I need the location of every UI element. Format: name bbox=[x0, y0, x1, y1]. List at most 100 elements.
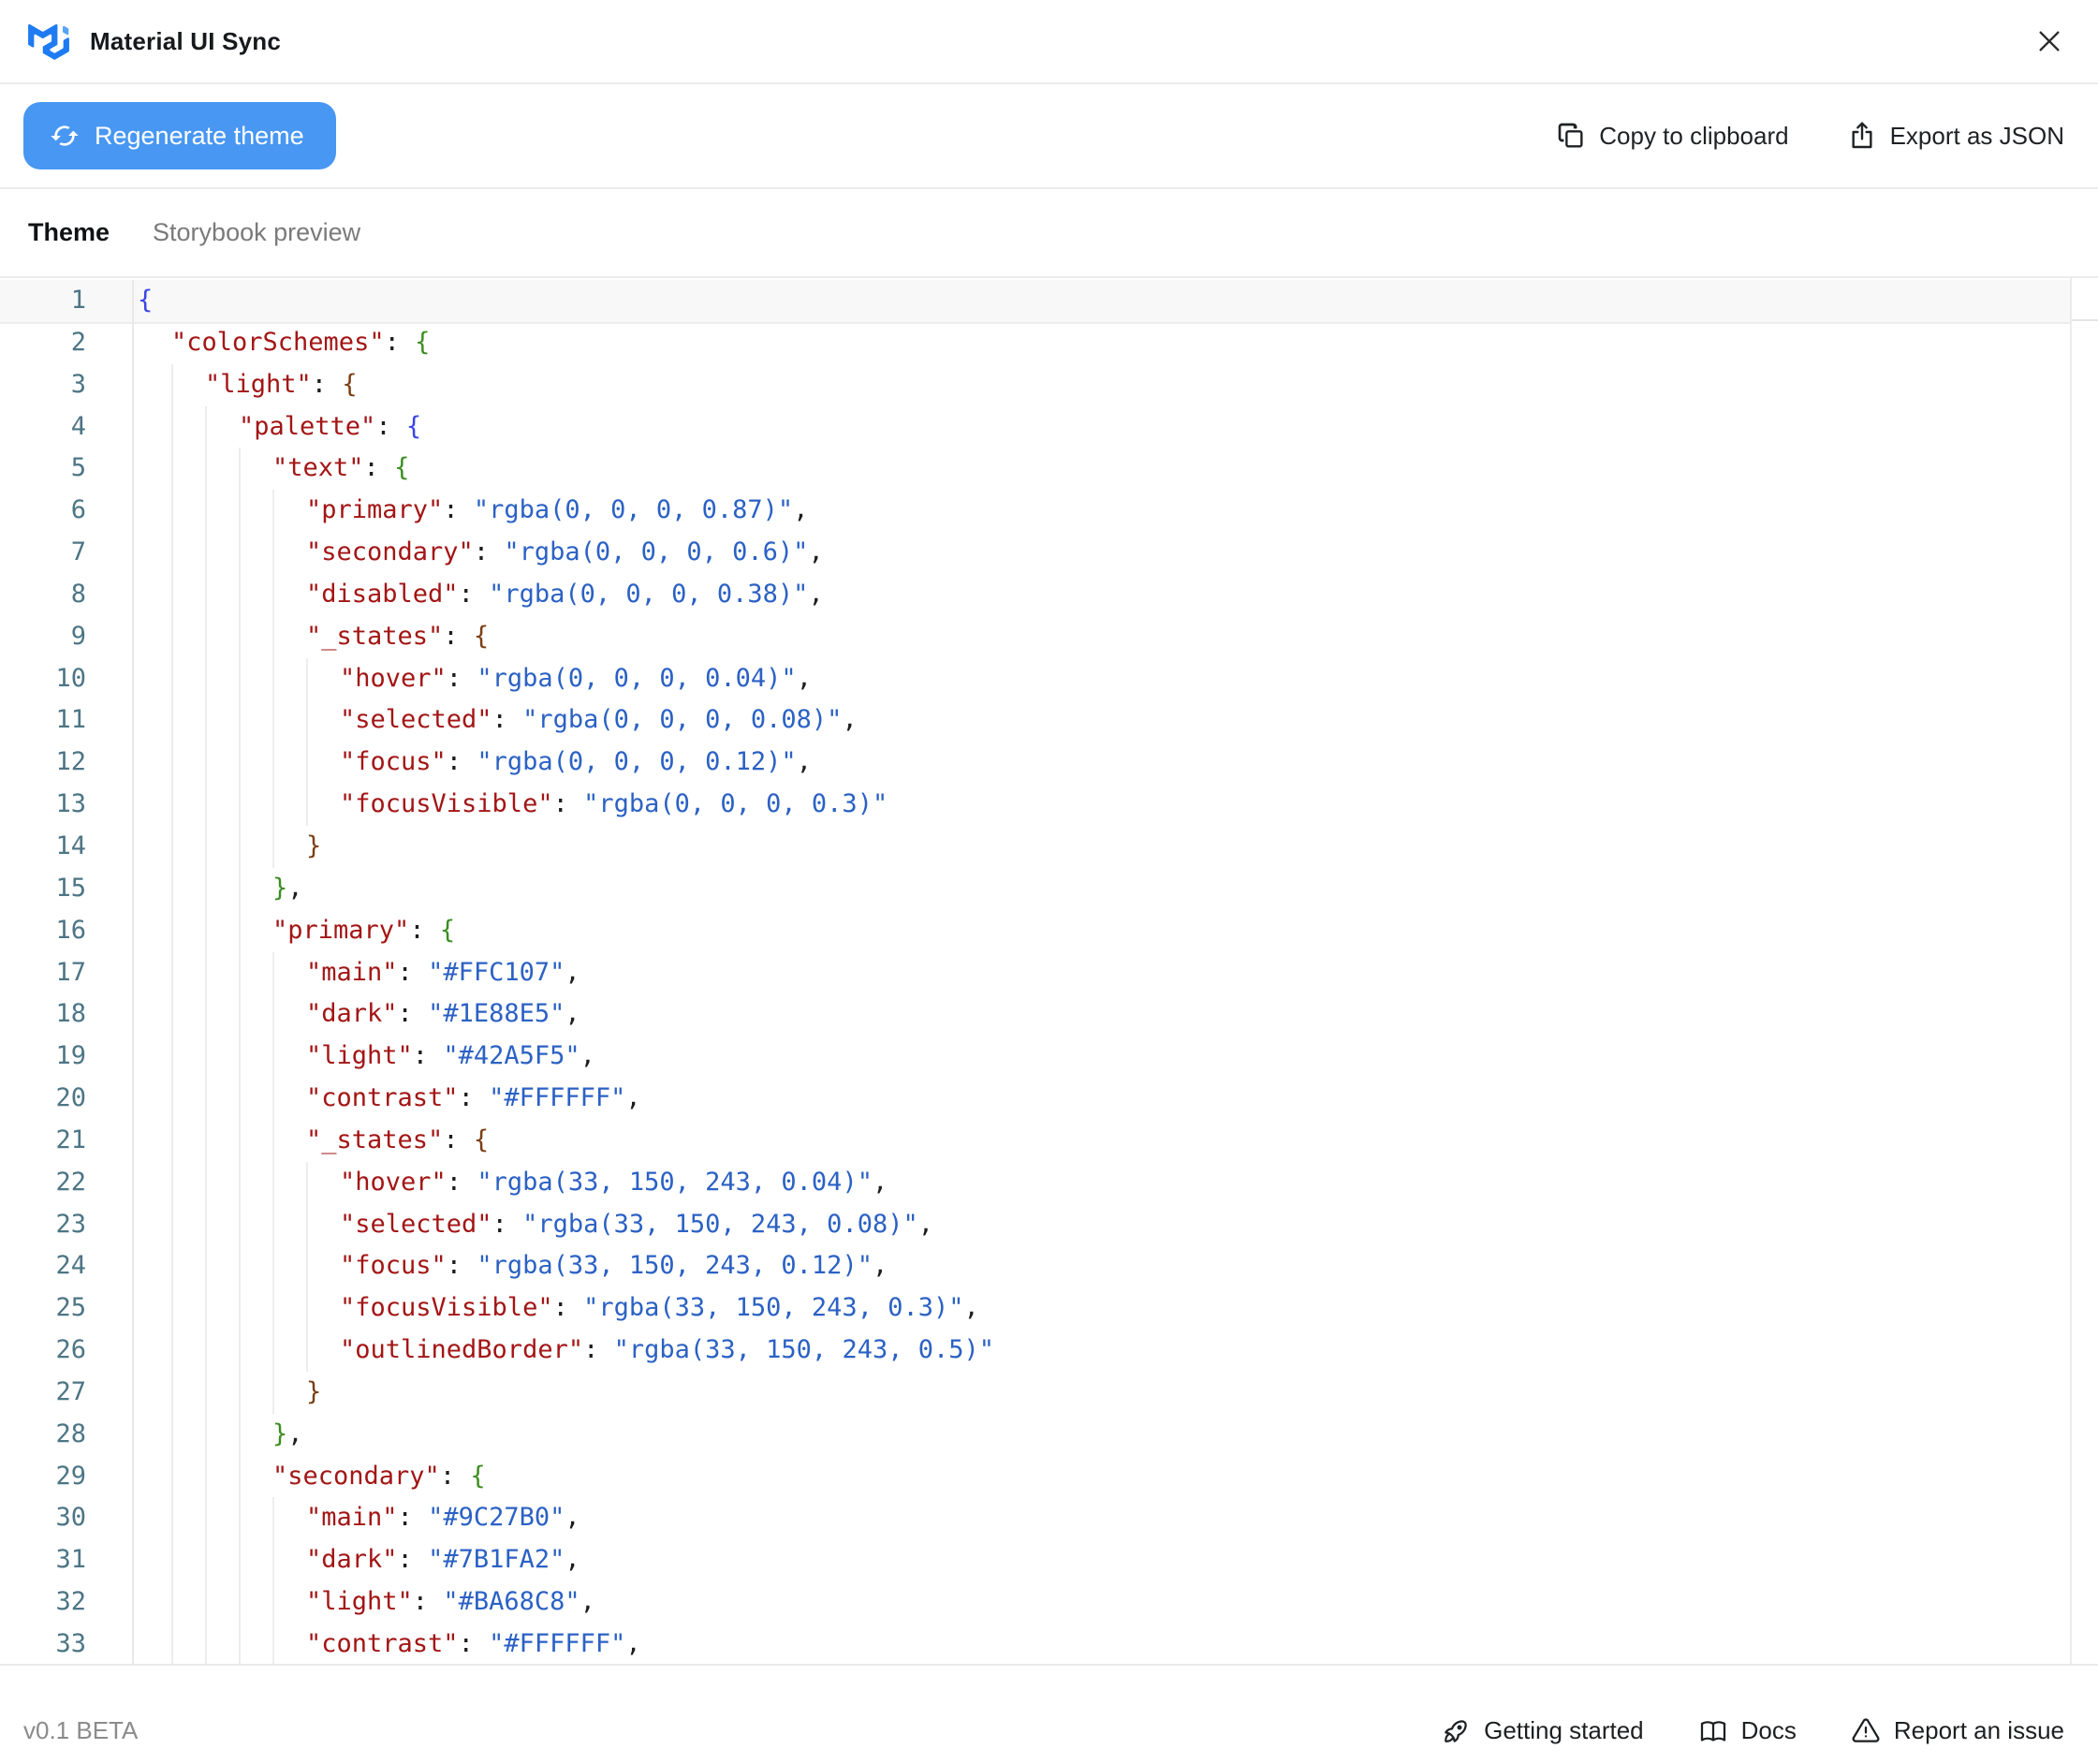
scrollbar-track[interactable] bbox=[2070, 278, 2072, 1664]
regenerate-theme-label: Regenerate theme bbox=[95, 122, 304, 151]
indent-guide bbox=[239, 448, 272, 490]
toolbar: Regenerate theme Copy to clipboard Expor… bbox=[0, 84, 2098, 189]
line-number: 33 bbox=[0, 1624, 134, 1664]
line-number: 28 bbox=[0, 1414, 134, 1456]
indent-guide bbox=[171, 699, 205, 742]
code-line-content: "primary": { bbox=[134, 910, 2072, 952]
code-line[interactable]: 5"text": { bbox=[0, 448, 2072, 490]
code-line[interactable]: 9"_states": { bbox=[0, 616, 2072, 658]
report-an-issue-link[interactable]: Report an issue bbox=[1851, 1716, 2064, 1746]
code-line[interactable]: 8"disabled": "rgba(0, 0, 0, 0.38)", bbox=[0, 574, 2072, 616]
indent-guide bbox=[138, 1120, 171, 1162]
code-line[interactable]: 18"dark": "#1E88E5", bbox=[0, 993, 2072, 1036]
code-line[interactable]: 32"light": "#BA68C8", bbox=[0, 1581, 2072, 1624]
code-line[interactable]: 29"secondary": { bbox=[0, 1456, 2072, 1498]
indent-guide bbox=[205, 490, 239, 532]
indent-guide bbox=[205, 1414, 239, 1456]
code-line-content: "focus": "rgba(0, 0, 0, 0.12)", bbox=[134, 742, 2072, 784]
code-line[interactable]: 4"palette": { bbox=[0, 406, 2072, 448]
page-title: Material UI Sync bbox=[90, 27, 281, 56]
code-line[interactable]: 10"hover": "rgba(0, 0, 0, 0.04)", bbox=[0, 658, 2072, 700]
code-line-content: "contrast": "#FFFFFF", bbox=[134, 1078, 2072, 1120]
indent-guide bbox=[239, 490, 272, 532]
code-line[interactable]: 33"contrast": "#FFFFFF", bbox=[0, 1624, 2072, 1664]
code-line[interactable]: 24"focus": "rgba(33, 150, 243, 0.12)", bbox=[0, 1245, 2072, 1287]
indent-guide bbox=[171, 1456, 205, 1498]
code-line[interactable]: 31"dark": "#7B1FA2", bbox=[0, 1539, 2072, 1581]
code-line[interactable]: 13"focusVisible": "rgba(0, 0, 0, 0.3)" bbox=[0, 784, 2072, 826]
code-line[interactable]: 7"secondary": "rgba(0, 0, 0, 0.6)", bbox=[0, 532, 2072, 574]
export-as-json-button[interactable]: Export as JSON bbox=[1847, 121, 2064, 151]
line-number: 10 bbox=[0, 658, 134, 700]
code-line-content: "light": { bbox=[134, 364, 2072, 406]
indent-guide bbox=[306, 1330, 340, 1372]
docs-link[interactable]: Docs bbox=[1698, 1716, 1797, 1746]
code-line[interactable]: 21"_states": { bbox=[0, 1120, 2072, 1162]
line-number: 18 bbox=[0, 993, 134, 1036]
code-line[interactable]: 3"light": { bbox=[0, 364, 2072, 406]
indent-guide bbox=[138, 532, 171, 574]
indent-guide bbox=[205, 1497, 239, 1539]
code-line[interactable]: 17"main": "#FFC107", bbox=[0, 952, 2072, 994]
indent-guide bbox=[205, 532, 239, 574]
indent-guide bbox=[205, 742, 239, 784]
tab-theme[interactable]: Theme bbox=[28, 218, 110, 247]
tab-storybook-preview[interactable]: Storybook preview bbox=[153, 218, 360, 247]
indent-guide bbox=[138, 868, 171, 910]
indent-guide bbox=[205, 1162, 239, 1204]
line-number: 8 bbox=[0, 574, 134, 616]
code-line[interactable]: 30"main": "#9C27B0", bbox=[0, 1497, 2072, 1539]
code-line[interactable]: 28}, bbox=[0, 1414, 2072, 1456]
indent-guide bbox=[171, 993, 205, 1036]
line-number: 16 bbox=[0, 910, 134, 952]
copy-to-clipboard-button[interactable]: Copy to clipboard bbox=[1556, 121, 1788, 151]
code-line-content: "secondary": { bbox=[134, 1456, 2072, 1498]
code-line[interactable]: 19"light": "#42A5F5", bbox=[0, 1036, 2072, 1078]
code-line-content: "selected": "rgba(33, 150, 243, 0.08)", bbox=[134, 1204, 2072, 1246]
code-line[interactable]: 26"outlinedBorder": "rgba(33, 150, 243, … bbox=[0, 1330, 2072, 1372]
indent-guide bbox=[138, 699, 171, 742]
code-line-content: "main": "#FFC107", bbox=[134, 952, 2072, 994]
code-lines: 1{2"colorSchemes": {3"light": {4"palette… bbox=[0, 280, 2072, 1664]
indent-guide bbox=[205, 784, 239, 826]
indent-guide bbox=[205, 1245, 239, 1287]
refresh-icon bbox=[50, 121, 80, 151]
code-line[interactable]: 20"contrast": "#FFFFFF", bbox=[0, 1078, 2072, 1120]
indent-guide bbox=[138, 1287, 171, 1330]
code-line[interactable]: 15}, bbox=[0, 868, 2072, 910]
indent-guide bbox=[239, 826, 272, 868]
theme-code-editor[interactable]: 1{2"colorSchemes": {3"light": {4"palette… bbox=[0, 278, 2098, 1664]
code-line-content: "light": "#42A5F5", bbox=[134, 1036, 2072, 1078]
getting-started-link[interactable]: Getting started bbox=[1441, 1716, 1644, 1746]
code-line-content: "main": "#9C27B0", bbox=[134, 1497, 2072, 1539]
indent-guide bbox=[138, 742, 171, 784]
indent-guide bbox=[171, 1414, 205, 1456]
code-line[interactable]: 11"selected": "rgba(0, 0, 0, 0.08)", bbox=[0, 699, 2072, 742]
code-line-content: }, bbox=[134, 868, 2072, 910]
scrollbar-thumb[interactable] bbox=[2072, 278, 2098, 321]
indent-guide bbox=[272, 1539, 306, 1581]
code-line[interactable]: 16"primary": { bbox=[0, 910, 2072, 952]
indent-guide bbox=[138, 322, 171, 364]
copy-icon bbox=[1556, 121, 1586, 151]
indent-guide bbox=[138, 448, 171, 490]
indent-guide bbox=[171, 952, 205, 994]
indent-guide bbox=[272, 1624, 306, 1664]
indent-guide bbox=[138, 1414, 171, 1456]
regenerate-theme-button[interactable]: Regenerate theme bbox=[23, 102, 336, 169]
indent-guide bbox=[205, 1120, 239, 1162]
code-line[interactable]: 14} bbox=[0, 826, 2072, 868]
code-line[interactable]: 1{ bbox=[0, 280, 2072, 322]
indent-guide bbox=[239, 574, 272, 616]
indent-guide bbox=[138, 952, 171, 994]
code-line[interactable]: 23"selected": "rgba(33, 150, 243, 0.08)"… bbox=[0, 1204, 2072, 1246]
indent-guide bbox=[171, 616, 205, 658]
code-line[interactable]: 2"colorSchemes": { bbox=[0, 322, 2072, 364]
code-line[interactable]: 6"primary": "rgba(0, 0, 0, 0.87)", bbox=[0, 490, 2072, 532]
code-line[interactable]: 25"focusVisible": "rgba(33, 150, 243, 0.… bbox=[0, 1287, 2072, 1330]
code-line[interactable]: 12"focus": "rgba(0, 0, 0, 0.12)", bbox=[0, 742, 2072, 784]
code-line[interactable]: 27} bbox=[0, 1372, 2072, 1414]
close-button[interactable] bbox=[2029, 21, 2070, 62]
code-line[interactable]: 22"hover": "rgba(33, 150, 243, 0.04)", bbox=[0, 1162, 2072, 1204]
indent-guide bbox=[205, 1456, 239, 1498]
